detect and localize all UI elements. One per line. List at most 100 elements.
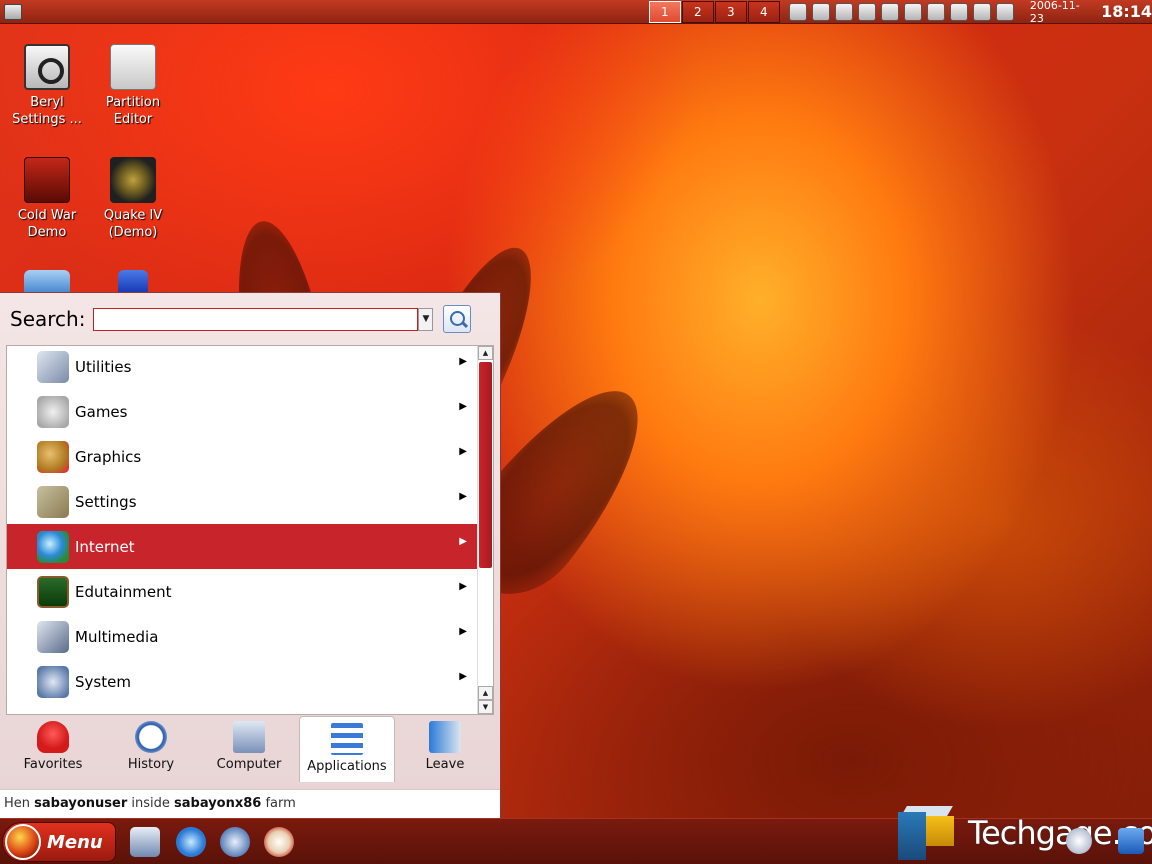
desktop-4-button[interactable]: 4 <box>747 0 780 23</box>
bluetooth-icon[interactable] <box>995 2 1014 21</box>
status-host: sabayonx86 <box>174 796 262 811</box>
konqueror-quicklaunch-icon[interactable] <box>264 827 294 857</box>
tab-label: Leave <box>425 757 465 772</box>
menu-tab-bar: Favorites History Computer Applications … <box>0 715 500 787</box>
tab-applications[interactable]: Applications <box>299 716 395 782</box>
submenu-arrow-icon: ▶ <box>459 401 467 412</box>
scroll-up-button[interactable]: ▲ <box>478 346 493 360</box>
computer-icon <box>233 721 265 753</box>
globe-icon <box>37 530 69 563</box>
tab-computer[interactable]: Computer <box>201 715 297 787</box>
submenu-arrow-icon: ▶ <box>459 536 467 547</box>
clock-icon <box>135 721 167 753</box>
category-item-edutainment[interactable]: Edutainment ▶ <box>7 569 493 614</box>
chalkboard-icon <box>37 575 69 608</box>
submenu-arrow-icon: ▶ <box>459 356 467 367</box>
desktop-icon-quake-iv-demo[interactable]: Quake IV (Demo) <box>88 157 178 241</box>
network-globe-quicklaunch-icon[interactable] <box>176 827 206 857</box>
partially-hidden-desktop-icon[interactable] <box>118 270 148 292</box>
menu-logo-icon <box>5 824 41 860</box>
gamepad-icon <box>37 395 69 428</box>
category-label: Settings <box>75 492 137 511</box>
search-history-dropdown-icon[interactable]: ▼ <box>418 307 434 331</box>
system-tray <box>788 2 1014 21</box>
submenu-arrow-icon: ▶ <box>459 491 467 502</box>
desktop-icon-cold-war-demo[interactable]: Cold War Demo <box>2 157 92 241</box>
desktop-icon-label: Beryl Settings ... <box>12 95 82 127</box>
notes-icon[interactable] <box>926 2 945 21</box>
checklist-icon[interactable] <box>949 2 968 21</box>
wrench-settings-icon <box>24 44 70 90</box>
trash-icon[interactable] <box>1118 828 1144 854</box>
desktop-icon-partition-editor[interactable]: Partition Editor <box>88 44 178 128</box>
category-item-settings[interactable]: Settings ▶ <box>7 479 493 524</box>
techgage-watermark: Techgage.com <box>898 806 1152 860</box>
search-label: Search: <box>10 307 86 331</box>
category-label: Graphics <box>75 447 142 466</box>
tab-label: Applications <box>307 759 387 774</box>
techgage-logo-icon <box>898 806 956 860</box>
applications-list-icon <box>331 723 363 755</box>
category-label: Edutainment <box>75 582 172 601</box>
status-middle: inside <box>131 796 170 811</box>
main-menu-button[interactable]: Menu <box>2 822 116 862</box>
category-item-multimedia[interactable]: Multimedia ▶ <box>7 614 493 659</box>
category-item-utilities[interactable]: Utilities ▶ <box>7 346 493 389</box>
exit-door-icon <box>429 721 461 753</box>
category-item-system[interactable]: System ▶ <box>7 659 493 704</box>
printer-icon[interactable] <box>972 2 991 21</box>
keyboard-layout-flag-icon[interactable] <box>788 2 807 21</box>
search-row: Search: ▼ <box>10 305 472 333</box>
category-item-internet[interactable]: Internet ▶ <box>7 524 493 569</box>
category-item-games[interactable]: Games ▶ <box>7 389 493 434</box>
partially-hidden-desktop-icon[interactable] <box>24 270 70 292</box>
gears-icon <box>37 665 69 698</box>
status-prefix: Hen <box>4 796 31 811</box>
cd-drive-icon[interactable] <box>1066 828 1092 854</box>
cold-war-game-icon <box>24 157 70 203</box>
hard-drive-icon <box>110 44 156 90</box>
quake-icon <box>110 157 156 203</box>
desktop-icon-label: Partition Editor <box>105 95 161 127</box>
submenu-arrow-icon: ▶ <box>459 446 467 457</box>
desktop-icon-label: Cold War Demo <box>17 208 77 240</box>
tab-favorites[interactable]: Favorites <box>5 715 101 787</box>
application-menu: Search: ▼ Utilities ▶ Games ▶ Graphics ▶… <box>0 292 501 818</box>
desktop-switcher: 1 2 3 4 <box>648 0 781 23</box>
display-icon[interactable] <box>903 2 922 21</box>
search-input[interactable] <box>93 307 419 331</box>
clipboard-icon[interactable] <box>811 2 830 21</box>
desktop-launcher-icon[interactable] <box>4 3 22 20</box>
network-icon[interactable] <box>880 2 899 21</box>
heart-icon <box>37 721 69 753</box>
tools-icon <box>37 485 69 518</box>
desktop-icon-beryl-settings[interactable]: Beryl Settings ... <box>2 44 92 128</box>
computer-quicklaunch-icon[interactable] <box>130 827 160 857</box>
desktop-3-button[interactable]: 3 <box>714 0 747 23</box>
search-button[interactable] <box>443 305 472 333</box>
desktop-1-button[interactable]: 1 <box>648 0 681 23</box>
utilities-icon <box>37 350 69 383</box>
status-suffix: farm <box>265 796 296 811</box>
system-settings-quicklaunch-icon[interactable] <box>220 827 250 857</box>
panel-clock[interactable]: 18:14 <box>1101 2 1152 21</box>
beryl-manager-icon[interactable] <box>834 2 853 21</box>
status-user: sabayonuser <box>34 796 128 811</box>
tab-leave[interactable]: Leave <box>397 715 493 787</box>
category-label: Utilities <box>75 357 132 376</box>
palette-icon <box>37 440 69 473</box>
scrollbar-thumb[interactable] <box>479 362 492 568</box>
desktop-2-button[interactable]: 2 <box>681 0 714 23</box>
category-list: Utilities ▶ Games ▶ Graphics ▶ Settings … <box>6 345 494 715</box>
top-panel: 1 2 3 4 2006-11-23 18:14 <box>0 0 1152 25</box>
panel-date: 2006-11-23 <box>1029 0 1080 25</box>
volume-icon[interactable] <box>857 2 876 21</box>
category-label: Internet <box>75 537 135 556</box>
scroll-up-button-bottom[interactable]: ▲ <box>478 686 493 700</box>
submenu-arrow-icon: ▶ <box>459 626 467 637</box>
tab-history[interactable]: History <box>103 715 199 787</box>
speaker-icon <box>37 620 69 653</box>
scroll-down-button[interactable]: ▼ <box>478 700 493 714</box>
category-item-graphics[interactable]: Graphics ▶ <box>7 434 493 479</box>
category-list-scrollbar[interactable]: ▲ ▲ ▼ <box>477 346 493 714</box>
